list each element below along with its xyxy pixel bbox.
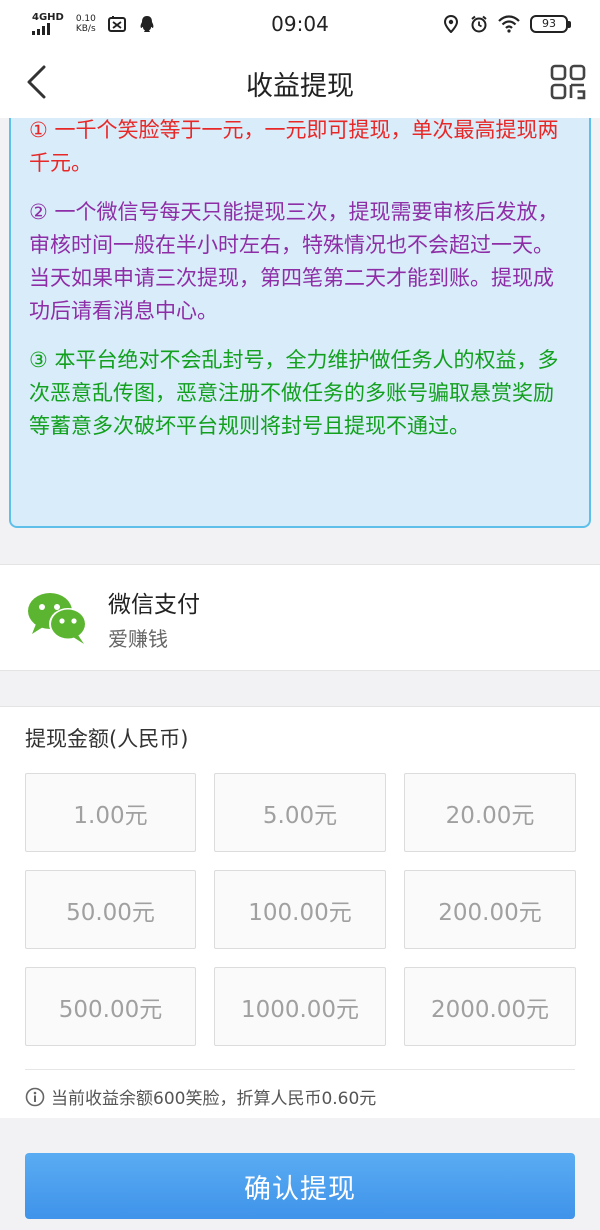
amount-option[interactable]: 500.00元 <box>25 967 196 1046</box>
signal-icon <box>32 23 64 35</box>
balance-info-text: 当前收益余额600笑脸，折算人民币0.60元 <box>51 1089 377 1109</box>
status-left: 4GHD 0.10 KB/s <box>32 13 156 35</box>
amount-option[interactable]: 50.00元 <box>25 870 196 949</box>
balance-info-row: 当前收益余额600笑脸，折算人民币0.60元 <box>25 1084 376 1109</box>
qr-grid-icon <box>550 64 586 100</box>
amount-option[interactable]: 1.00元 <box>25 773 196 852</box>
info-icon <box>25 1087 45 1106</box>
amount-option[interactable]: 1000.00元 <box>214 967 386 1046</box>
amount-option[interactable]: 20.00元 <box>404 773 576 852</box>
amount-option[interactable]: 200.00元 <box>404 870 576 949</box>
wifi-icon <box>498 15 520 33</box>
back-button[interactable] <box>16 62 56 102</box>
network-indicator: 4GHD <box>32 13 64 35</box>
divider <box>25 1069 575 1070</box>
battery-indicator: 93 <box>530 15 571 33</box>
chevron-left-icon <box>27 65 46 99</box>
amount-options-grid: 1.00元 5.00元 20.00元 50.00元 100.00元 200.00… <box>25 773 576 1046</box>
amount-section: 提现金额(人民币) 1.00元 5.00元 20.00元 50.00元 100.… <box>0 706 600 1118</box>
nav-bar: 收益提现 <box>0 48 600 118</box>
wechat-icon <box>28 593 87 644</box>
qr-grid-button[interactable] <box>550 64 586 100</box>
amount-option[interactable]: 2000.00元 <box>404 967 576 1046</box>
confirm-withdraw-button[interactable]: 确认提现 <box>25 1153 575 1219</box>
page-title: 收益提现 <box>246 70 354 102</box>
status-right: 93 <box>442 15 571 33</box>
rule-2: ② 一个微信号每天只能提现三次，提现需要审核后发放，审核时间一般在半小时左右，特… <box>29 200 559 323</box>
amount-option[interactable]: 100.00元 <box>214 870 386 949</box>
payment-method-name: 微信支付 <box>108 592 200 618</box>
amount-option[interactable]: 5.00元 <box>214 773 386 852</box>
speed-unit: KB/s <box>75 24 96 34</box>
payment-account-name: 爱赚钱 <box>108 627 168 651</box>
rule-1: ① 一千个笑脸等于一元，一元即可提现，单次最高提现两千元。 <box>29 118 559 175</box>
alarm-icon <box>470 15 488 33</box>
speed-value: 0.10 <box>75 14 96 24</box>
withdraw-rules-notice: ① 一千个笑脸等于一元，一元即可提现，单次最高提现两千元。 ② 一个微信号每天只… <box>9 118 591 528</box>
status-bar: 4GHD 0.10 KB/s 09:04 93 <box>0 0 600 48</box>
location-icon <box>442 15 460 33</box>
network-speed: 0.10 KB/s <box>76 14 96 34</box>
app-notification-icon <box>107 15 126 33</box>
payment-method-card[interactable]: 微信支付 爱赚钱 <box>0 564 600 671</box>
qq-icon <box>138 15 156 33</box>
network-type: 4GHD <box>32 12 64 23</box>
amount-label: 提现金额(人民币) <box>25 727 189 751</box>
rule-3: ③ 本平台绝对不会乱封号，全力维护做任务人的权益，多次恶意乱传图，恶意注册不做任… <box>29 348 559 438</box>
